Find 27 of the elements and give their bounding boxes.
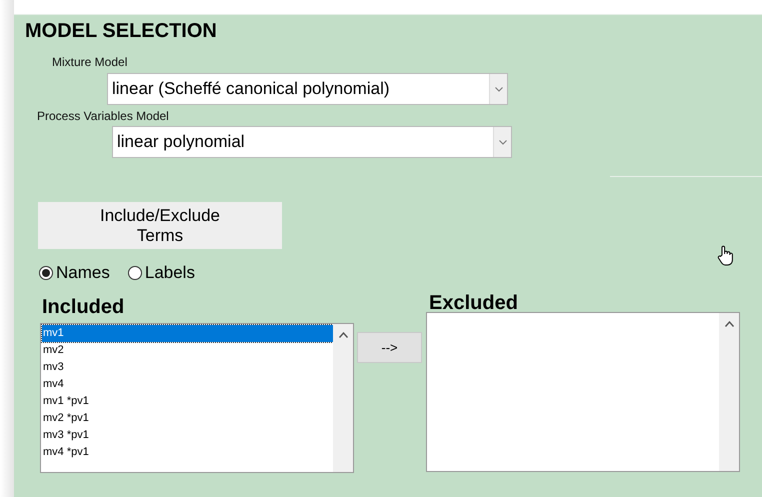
field-label: Mixture Model — [52, 55, 128, 69]
included-list[interactable]: mv1 mv2 mv3 mv4 mv1 *pv1 mv2 *pv1 mv3 *pv1 mv4 *pv1 — [40, 323, 354, 473]
chevron-down-icon — [498, 140, 506, 144]
list-item[interactable]: mv1 *pv1 — [42, 393, 333, 410]
section-title: MODEL SELECTION — [25, 19, 218, 43]
dropdown[interactable]: linear polynomial — [112, 126, 512, 158]
include-exclude-button[interactable]: Include/Exclude Terms — [38, 202, 282, 249]
scroll-up-icon[interactable] — [338, 332, 348, 338]
radio-button[interactable] — [128, 266, 142, 280]
move-button[interactable]: --> — [357, 332, 422, 363]
hand-pointer-icon — [717, 245, 735, 267]
list-item[interactable]: mv2 *pv1 — [42, 410, 333, 427]
scroll-up-icon[interactable] — [724, 321, 734, 327]
list-item[interactable]: mv3 — [42, 359, 333, 376]
list-heading: Excluded — [429, 291, 519, 315]
radio-option[interactable]: Labels — [128, 263, 195, 283]
list-item[interactable]: mv4 *pv1 — [42, 444, 333, 461]
list-item[interactable]: mv2 — [42, 342, 333, 359]
list-item[interactable]: mv4 — [42, 376, 333, 393]
list-item[interactable]: mv1 — [42, 325, 333, 342]
dropdown[interactable]: linear (Scheffé canonical polynomial) — [107, 73, 508, 105]
list-item[interactable]: mv3 *pv1 — [42, 427, 333, 444]
radio-option[interactable]: Names — [39, 263, 110, 283]
field-label: Process Variables Model — [37, 109, 169, 123]
list-heading: Included — [42, 295, 126, 319]
radio-button[interactable] — [39, 266, 53, 280]
chevron-down-icon — [494, 86, 502, 92]
